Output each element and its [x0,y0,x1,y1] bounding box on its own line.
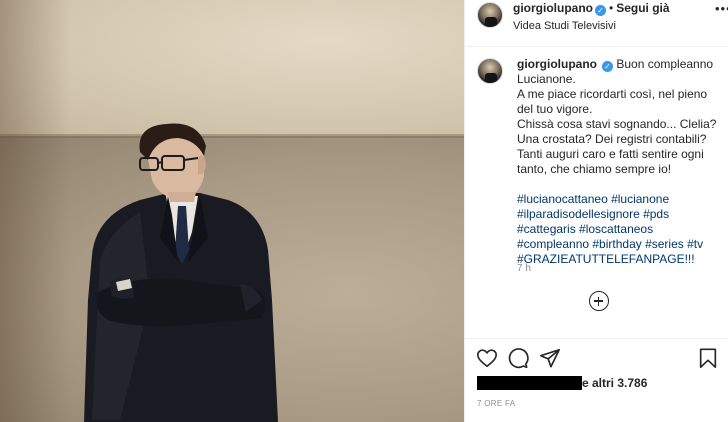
comment-icon[interactable] [507,347,529,369]
header-name-line: giorgiolupano ✓ • Segui già [513,1,670,16]
man-figure [84,123,278,422]
hashtag-line[interactable]: #compleanno #birthday #series #tv [517,237,725,252]
post-actions: e altri 3.786 7 ORE FA [465,338,728,422]
load-more-comments-icon[interactable] [589,291,609,311]
separator-dot: • [609,1,614,15]
verified-badge-icon: ✓ [595,5,606,16]
caption-timestamp: 7 h [517,263,531,274]
caption-area: giorgiolupano ✓ Buon compleanno Lucianone… [465,48,728,338]
likes-count[interactable]: e altri 3.786 [582,376,647,390]
verified-badge-icon: ✓ [602,61,613,72]
caption-line: A me piace ricordarti così, nel pieno [517,87,708,101]
more-options-icon[interactable]: ••• [715,1,728,16]
hashtag-line[interactable]: #lucianocattaneo #lucianone [517,192,725,207]
hashtags: #lucianocattaneo #lucianone #ilparadisod… [517,192,725,267]
heart-icon[interactable] [476,347,498,369]
hashtag-line[interactable]: #ilparadisodellesignore #pds [517,207,725,222]
follow-button[interactable]: Segui già [616,1,669,15]
likes-row: e altri 3.786 [477,376,727,390]
caption-line: Tanti auguri caro e fatti sentire ogni [517,147,704,161]
caption-text: giorgiolupano ✓ Buon compleanno Lucianone… [517,57,725,267]
caption-line: Lucianone. [517,72,576,86]
caption-line: Una crostata? Dei registri contabili? [517,132,707,146]
location-link[interactable]: Videa Studi Televisivi [513,20,616,32]
avatar[interactable] [477,2,503,28]
caption-line: Buon compleanno [616,57,714,71]
share-icon[interactable] [539,347,561,369]
post-photo[interactable] [0,0,464,422]
header-username[interactable]: giorgiolupano [513,1,593,15]
bookmark-icon[interactable] [697,347,719,369]
caption-username[interactable]: giorgiolupano [517,57,597,71]
caption-line: tanto, che chiamo sempre io! [517,162,672,176]
post-date: 7 ORE FA [477,399,516,408]
redacted-liker-name [477,376,582,390]
post-side-panel: giorgiolupano ✓ • Segui già Videa Studi Tel… [464,0,728,422]
hashtag-line[interactable]: #cattegaris #loscattaneos [517,222,725,237]
caption-line: del tuo vigore. [517,102,593,116]
post-header: giorgiolupano ✓ • Segui già Videa Studi Tel… [465,0,728,47]
hashtag-line[interactable]: #GRAZIEATUTTELEFANPAGE!!! [517,252,725,267]
caption-line: Chissà cosa stavi sognando... Clelia? [517,117,717,131]
caption-avatar[interactable] [477,58,503,84]
